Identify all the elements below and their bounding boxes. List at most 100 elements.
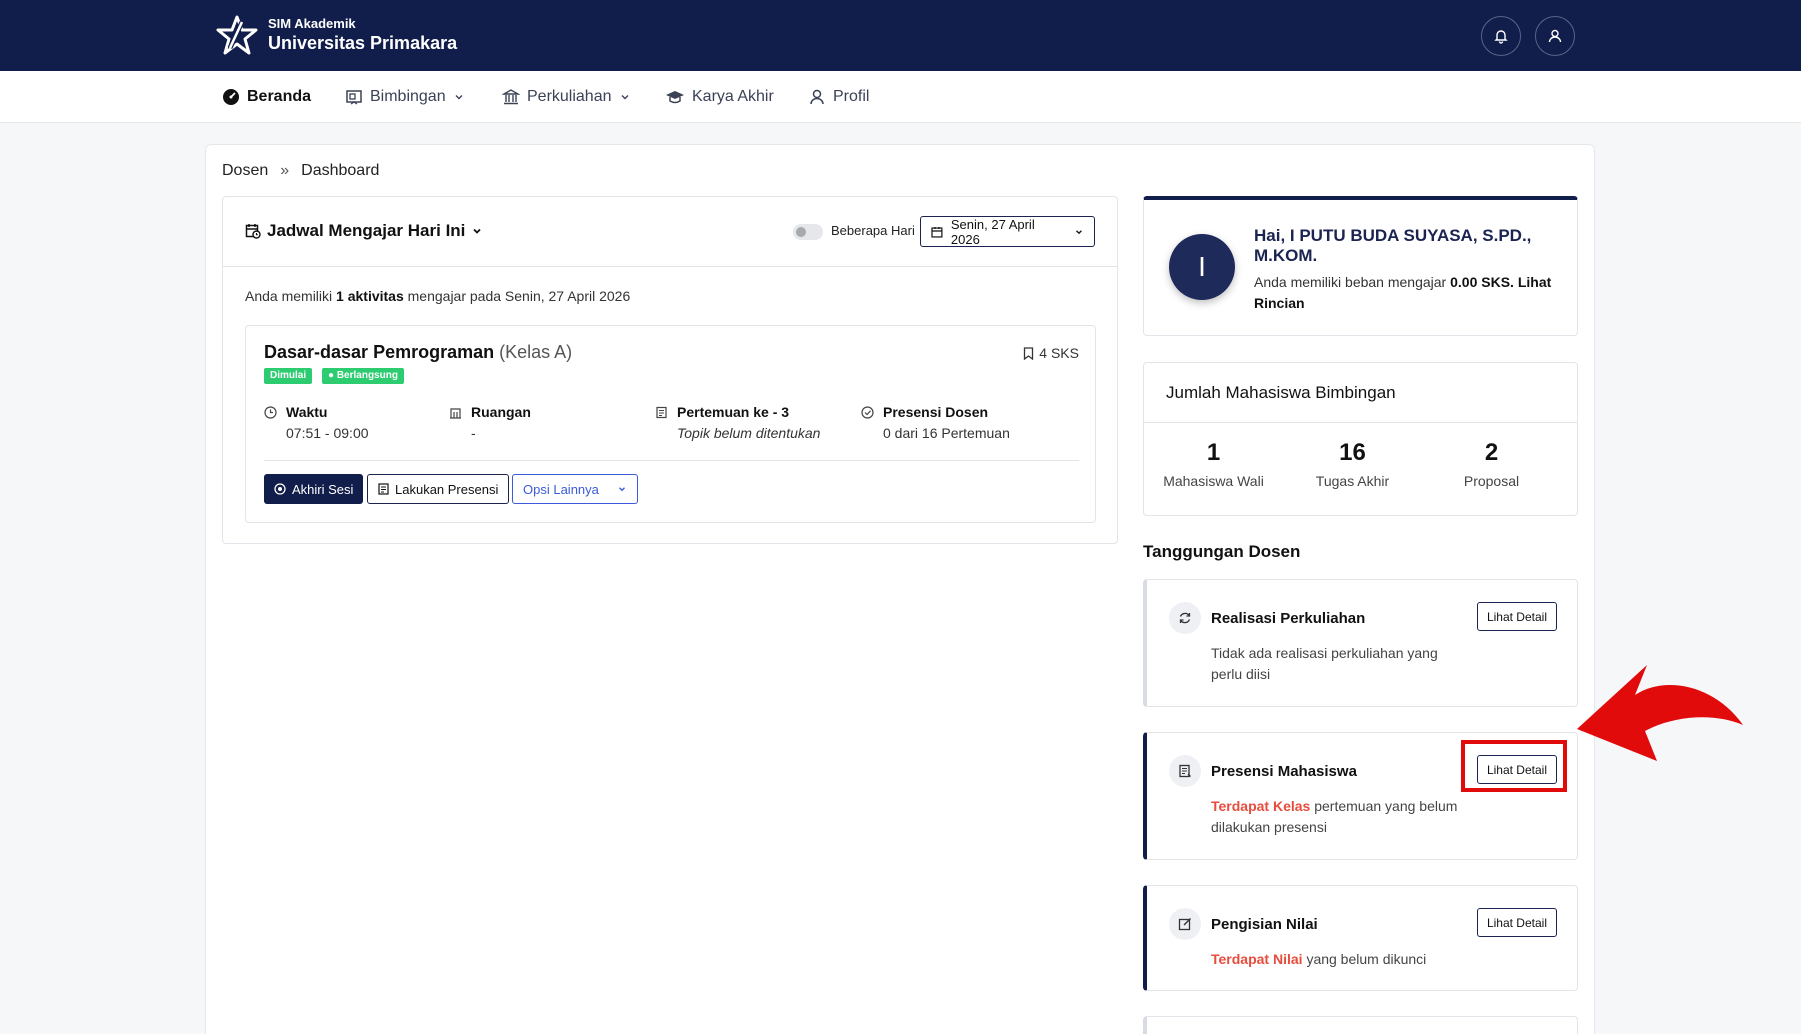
count-label: Mahasiswa Wali (1163, 473, 1264, 489)
calendar-clock-icon (245, 224, 261, 239)
schedule-title: Jadwal Mengajar Hari Ini (267, 221, 466, 240)
nav-beranda[interactable]: Beranda (222, 71, 311, 123)
chevron-down-icon (1076, 229, 1082, 234)
task-title: Realisasi Perkuliahan (1211, 610, 1366, 627)
schedule-summary: Anda memiliki 1 aktivitas mengajar pada … (245, 288, 630, 304)
main-nav: Beranda Bimbingan Perkuliahan Karya Akhi… (0, 71, 1801, 123)
bell-icon (1494, 30, 1508, 44)
schedule-card: Jadwal Mengajar Hari Ini Beberapa Hari S… (222, 196, 1118, 544)
breadcrumb-separator: » (280, 162, 290, 179)
top-bar: SIM Akademik Universitas Primakara (0, 0, 1801, 71)
info-suffix: mengajar pada Senin, 27 April 2026 (407, 288, 631, 304)
time-label: Waktu (286, 404, 328, 420)
breadcrumb-root[interactable]: Dosen (222, 162, 268, 180)
greeting-text: Anda memiliki beban mengajar 0.00 SKS. L… (1254, 272, 1564, 314)
meta-meeting: Pertemuan ke - 3 Topik belum ditentukan (655, 404, 820, 441)
task-card-grade-entry: Pengisian Nilai Terdapat Nilai yang belu… (1143, 885, 1578, 991)
app-subtitle: SIM Akademik (268, 16, 356, 31)
task-description: Tidak ada realisasi perkuliahan yang per… (1211, 645, 1438, 682)
end-session-label: Akhiri Sesi (292, 481, 354, 497)
count-advisees[interactable]: 1 Mahasiswa Wali (1144, 439, 1283, 489)
bookmark-icon (1024, 346, 1034, 360)
brand[interactable]: SIM Akademik Universitas Primakara (216, 14, 457, 56)
document-list-icon (656, 406, 667, 419)
multi-day-toggle[interactable] (793, 224, 823, 240)
info-count: 1 aktivitas (336, 288, 404, 304)
task-title: Pengisian Nilai (1211, 916, 1318, 933)
room-value: - (471, 425, 476, 441)
count-title: Jumlah Mahasiswa Bimbingan (1166, 383, 1396, 402)
greeting-prefix: Anda memiliki beban mengajar (1254, 274, 1447, 290)
greeting-title: Hai, I PUTU BUDA SUYASA, S.PD., M.KOM. (1254, 226, 1532, 265)
sks-value: 4 SKS (1039, 345, 1079, 361)
nav-profil[interactable]: Profil (808, 71, 869, 123)
app-name: Universitas Primakara (268, 33, 458, 53)
schedule-header: Jadwal Mengajar Hari Ini Beberapa Hari S… (223, 197, 1117, 267)
count-label: Tugas Akhir (1315, 473, 1390, 489)
meta-time: Waktu 07:51 - 09:00 (264, 404, 369, 441)
count-proposal[interactable]: 2 Proposal (1422, 439, 1561, 489)
task-highlight: Terdapat Kelas (1211, 798, 1311, 814)
avatar: I (1169, 234, 1235, 300)
task-card-partial (1143, 1016, 1578, 1034)
more-options-button[interactable]: Opsi Lainnya (512, 474, 638, 504)
document-icon (1179, 764, 1191, 778)
class-card: Dasar-dasar Pemrograman (Kelas A) 4 SKS … (245, 325, 1096, 523)
task-description: Terdapat Kelas pertemuan yang belum dila… (1211, 796, 1471, 838)
nav-perkuliahan[interactable]: Perkuliahan (502, 71, 631, 123)
clock-icon (264, 406, 277, 419)
view-detail-button[interactable]: Lihat Detail (1476, 602, 1557, 631)
divider (264, 460, 1079, 461)
nav-karya-akhir[interactable]: Karya Akhir (665, 71, 774, 123)
edit-icon (1178, 918, 1191, 931)
student-count-card: Jumlah Mahasiswa Bimbingan 1 Mahasiswa W… (1143, 362, 1578, 516)
user-icon (810, 89, 824, 105)
responsibilities-title: Tanggungan Dosen (1143, 542, 1301, 561)
meeting-value: Topik belum ditentukan (677, 425, 821, 441)
user-icon (1548, 29, 1562, 43)
chevron-down-icon (455, 95, 463, 100)
take-attendance-label: Lakukan Presensi (395, 481, 499, 497)
chevron-down-icon (473, 228, 482, 234)
class-title: Dasar-dasar Pemrograman (Kelas A) (264, 342, 572, 363)
graduation-cap-icon (666, 91, 684, 104)
status-badge-ongoing: ● Berlangsung (322, 368, 404, 384)
notification-button[interactable] (1481, 16, 1521, 56)
count-value: 1 (1206, 439, 1221, 466)
chevron-down-icon (618, 487, 625, 492)
info-prefix: Anda memiliki (245, 288, 333, 304)
count-final-project[interactable]: 16 Tugas Akhir (1283, 439, 1422, 489)
date-value: Senin, 27 April 2026 (950, 216, 1035, 247)
class-name: Dasar-dasar Pemrograman (264, 342, 495, 362)
sks-load: 0.00 SKS. (1450, 274, 1514, 290)
class-sks: 4 SKS (1023, 345, 1079, 361)
attendance-label: Presensi Dosen (883, 404, 989, 420)
schedule-title-dropdown[interactable]: Jadwal Mengajar Hari Ini (245, 221, 483, 241)
toggle-label: Beberapa Hari (831, 223, 915, 238)
meeting-label: Pertemuan ke - 3 (677, 404, 790, 420)
count-header: Jumlah Mahasiswa Bimbingan (1144, 363, 1577, 423)
take-attendance-button[interactable]: Lakukan Presensi (367, 474, 510, 504)
nav-bimbingan[interactable]: Bimbingan (345, 71, 465, 123)
nav-label: Perkuliahan (527, 88, 612, 105)
annotation-highlight-box (1461, 740, 1567, 792)
date-select[interactable]: Senin, 27 April 2026 (920, 216, 1095, 247)
task-highlight: Terdapat Nilai (1211, 951, 1303, 967)
view-detail-button[interactable]: Lihat Detail (1476, 908, 1557, 937)
more-options-label: Opsi Lainnya (523, 481, 599, 497)
account-button[interactable] (1535, 16, 1575, 56)
task-icon-wrap (1169, 908, 1201, 940)
university-logo-icon (216, 15, 258, 55)
class-section: (Kelas A) (499, 342, 573, 362)
greeting-card: I Hai, I PUTU BUDA SUYASA, S.PD., M.KOM.… (1143, 196, 1578, 336)
task-card-lecture-realization: Realisasi Perkuliahan Tidak ada realisas… (1143, 579, 1578, 707)
building-icon (450, 408, 461, 419)
meta-attendance: Presensi Dosen 0 dari 16 Pertemuan (861, 404, 1010, 441)
task-title: Presensi Mahasiswa (1211, 763, 1357, 780)
attendance-value: 0 dari 16 Pertemuan (883, 425, 1010, 441)
room-label: Ruangan (471, 404, 531, 420)
university-icon (502, 89, 520, 105)
check-circle-icon (861, 406, 874, 419)
breadcrumb-current: Dashboard (301, 162, 380, 179)
end-session-button[interactable]: Akhiri Sesi (264, 474, 364, 504)
